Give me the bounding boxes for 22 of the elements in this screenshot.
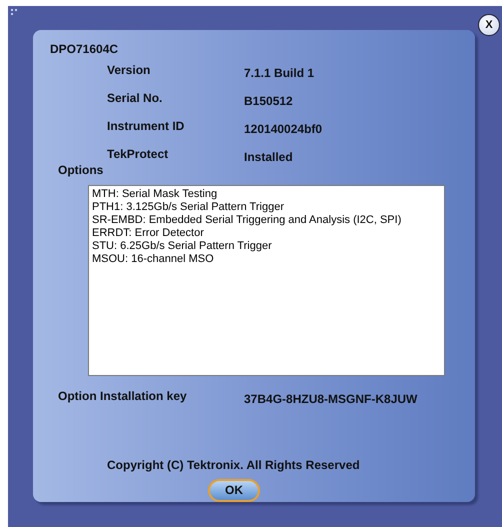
info-value: 120140024bf0 <box>244 121 324 137</box>
info-value: 7.1.1 Build 1 <box>244 65 316 81</box>
close-button[interactable]: X <box>478 14 500 36</box>
info-label: Instrument ID <box>107 118 186 135</box>
key-value: 37B4G-8HZU8-MSGNF-K8JUW <box>244 390 418 407</box>
option-item[interactable]: PTH1: 3.125Gb/s Serial Pattern Trigger <box>92 201 441 214</box>
option-item[interactable]: SR-EMBD: Embedded Serial Triggering and Analysis (I2C, SPI) <box>92 214 441 227</box>
option-item[interactable]: MTH: Serial Mask Testing <box>92 188 441 201</box>
key-label: Option Installation key <box>58 388 188 405</box>
option-item[interactable]: STU: 6.25Gb/s Serial Pattern Trigger <box>92 240 441 253</box>
model-name: DPO71604C <box>50 42 120 56</box>
ok-button[interactable]: OK <box>208 478 260 502</box>
grip-icon <box>11 9 18 16</box>
copyright-text: Copyright (C) Tektronix. All Rights Reserved <box>107 456 361 473</box>
info-label: TekProtect <box>107 146 170 163</box>
info-value: Installed <box>244 149 294 165</box>
option-item[interactable]: ERRDT: Error Detector <box>92 227 441 240</box>
options-label: Options <box>58 162 104 178</box>
info-label: Version <box>107 62 152 79</box>
info-value: B150512 <box>244 93 294 109</box>
option-item[interactable]: MSOU: 16-channel MSO <box>92 253 441 266</box>
info-label: Serial No. <box>107 90 164 107</box>
